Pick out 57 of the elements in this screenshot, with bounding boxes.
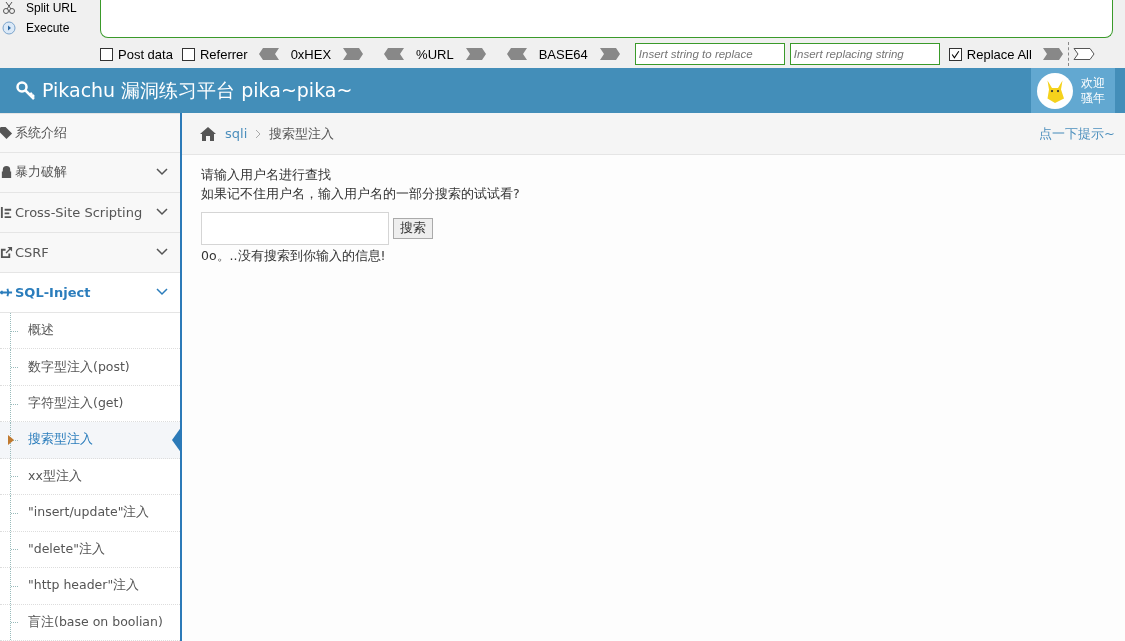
lock-icon (0, 165, 13, 179)
submenu-item[interactable]: xx型注入 (0, 458, 180, 496)
sidebar-item[interactable]: 系统介绍 (0, 113, 180, 153)
find-field[interactable]: Insert string to replace (634, 43, 785, 65)
encoder-label: %URL (416, 46, 454, 62)
submenu-item[interactable]: "delete"注入 (0, 531, 180, 569)
submenu-item[interactable]: 概述 (0, 312, 180, 350)
right-arrow-icon[interactable] (1071, 48, 1096, 60)
welcome-text: 欢迎 (1081, 75, 1105, 91)
replace-field[interactable]: Insert replacing string (789, 43, 940, 65)
encoder-label: 0xHEX (290, 46, 332, 62)
site-title: Pikachu 漏洞练习平台 pika~pika~ (42, 77, 353, 103)
chevron-down-icon (156, 248, 168, 257)
right-arrow-icon[interactable] (1040, 48, 1065, 60)
post-data-checkbox[interactable]: Post data (100, 46, 173, 62)
submenu-item[interactable]: 字符型注入(get) (0, 385, 180, 423)
search-button[interactable]: 搜索 (393, 218, 433, 239)
instruction-text: 请输入用户名进行查找 (201, 166, 332, 184)
submenu-item[interactable]: 搜索型注入 (0, 422, 180, 459)
submenu-item[interactable]: "http header"注入 (0, 568, 180, 605)
breadcrumb-current: 搜索型注入 (269, 124, 335, 143)
sidebar-item[interactable]: Cross-Site Scripting (0, 192, 180, 233)
chevron-right-icon (255, 128, 262, 139)
submenu-item[interactable]: 数字型注入(post) (0, 349, 180, 386)
referrer-checkbox[interactable]: Referrer (181, 46, 248, 62)
submenu-item[interactable]: "insert/update"注入 (0, 495, 180, 532)
left-arrow-icon[interactable] (256, 48, 281, 60)
avatar-drawing (1037, 72, 1073, 109)
play-icon (2, 21, 16, 35)
right-arrow-icon[interactable] (463, 48, 488, 60)
left-arrow-icon[interactable] (382, 48, 407, 60)
key-icon (16, 80, 36, 101)
share-icon (0, 245, 13, 259)
hackbar-action[interactable]: Split URL (26, 1, 77, 15)
hackbar-action[interactable]: Execute (26, 21, 70, 35)
replace-all-checkbox[interactable]: Replace All (948, 46, 1032, 62)
scissors-icon (2, 1, 16, 15)
home-icon[interactable] (199, 125, 217, 142)
chevron-down-icon (156, 288, 168, 297)
chevron-down-icon (156, 208, 168, 217)
sidebar-item[interactable]: 暴力破解 (0, 152, 180, 193)
result-message: 0o。..没有搜索到你输入的信息! (201, 247, 387, 265)
list-icon (0, 205, 13, 219)
welcome-text: 骚年 (1081, 90, 1105, 106)
submenu-item[interactable]: 盲注(base on boolian) (0, 604, 180, 641)
tag-icon (0, 126, 13, 140)
caret-right-icon (8, 435, 14, 445)
search-field[interactable] (201, 212, 389, 245)
checkmark-icon (949, 48, 961, 60)
right-arrow-icon[interactable] (597, 48, 622, 60)
left-arrow-icon[interactable] (504, 48, 529, 60)
chevron-down-icon (156, 168, 168, 177)
right-arrow-icon[interactable] (341, 48, 366, 60)
instruction-text: 如果记不住用户名，输入用户名的一部分搜索的试试看? (201, 185, 521, 203)
sidebar-item[interactable]: CSRF (0, 232, 180, 273)
url-field[interactable] (100, 0, 1113, 38)
encoder-label: BASE64 (538, 46, 588, 62)
